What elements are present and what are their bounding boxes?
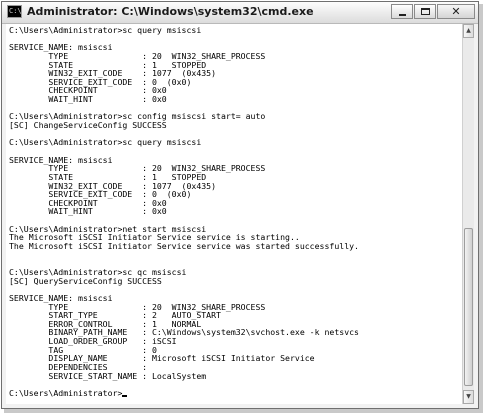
minimize-icon [399, 14, 406, 16]
console-line: C:\Users\Administrator> [9, 389, 359, 398]
window-title: Administrator: C:\Windows\system32\cmd.e… [27, 5, 314, 18]
console-line: WAIT_HINT : 0x0 [9, 206, 167, 217]
chevron-down-icon: ▼ [466, 393, 471, 400]
cmd-window: C:\ Administrator: C:\Windows\system32\c… [1, 1, 479, 409]
chevron-up-icon: ▲ [466, 27, 471, 34]
maximize-button[interactable] [414, 4, 436, 19]
scroll-down-button[interactable]: ▼ [463, 390, 474, 404]
scroll-up-button[interactable]: ▲ [463, 24, 474, 38]
minimize-button[interactable] [391, 4, 413, 19]
window-shadow-right [479, 4, 483, 412]
console-line: C:\Users\Administrator>sc query msiscsi [9, 25, 202, 35]
console-line: SERVICE_START_NAME : LocalSystem [9, 370, 207, 381]
window-controls: ✕ [391, 4, 475, 19]
title-bar[interactable]: C:\ Administrator: C:\Windows\system32\c… [2, 2, 478, 24]
console-line: [SC] QueryServiceConfig SUCCESS [9, 275, 162, 286]
text-cursor [122, 394, 128, 397]
console-line: WAIT_HINT : 0x0 [9, 94, 167, 105]
window-shadow-bottom [4, 409, 483, 413]
console-text: C:\Users\Administrator>sc query msiscsi S… [9, 26, 359, 398]
console-line: C:\Users\Administrator>sc query msiscsi [9, 137, 202, 148]
close-button[interactable]: ✕ [437, 4, 475, 19]
console-line: The Microsoft iSCSI Initiator Service se… [9, 241, 359, 252]
console-output[interactable]: C:\Users\Administrator>sc query msiscsi S… [6, 24, 460, 404]
vertical-scrollbar[interactable]: ▲ ▼ [462, 24, 474, 404]
maximize-icon [421, 8, 430, 15]
close-icon: ✕ [451, 5, 461, 18]
console-icon[interactable]: C:\ [7, 5, 22, 18]
scrollbar-thumb[interactable] [464, 228, 473, 386]
console-client-area: C:\Users\Administrator>sc query msiscsi S… [6, 24, 474, 404]
console-line: [SC] ChangeServiceConfig SUCCESS [9, 120, 167, 131]
